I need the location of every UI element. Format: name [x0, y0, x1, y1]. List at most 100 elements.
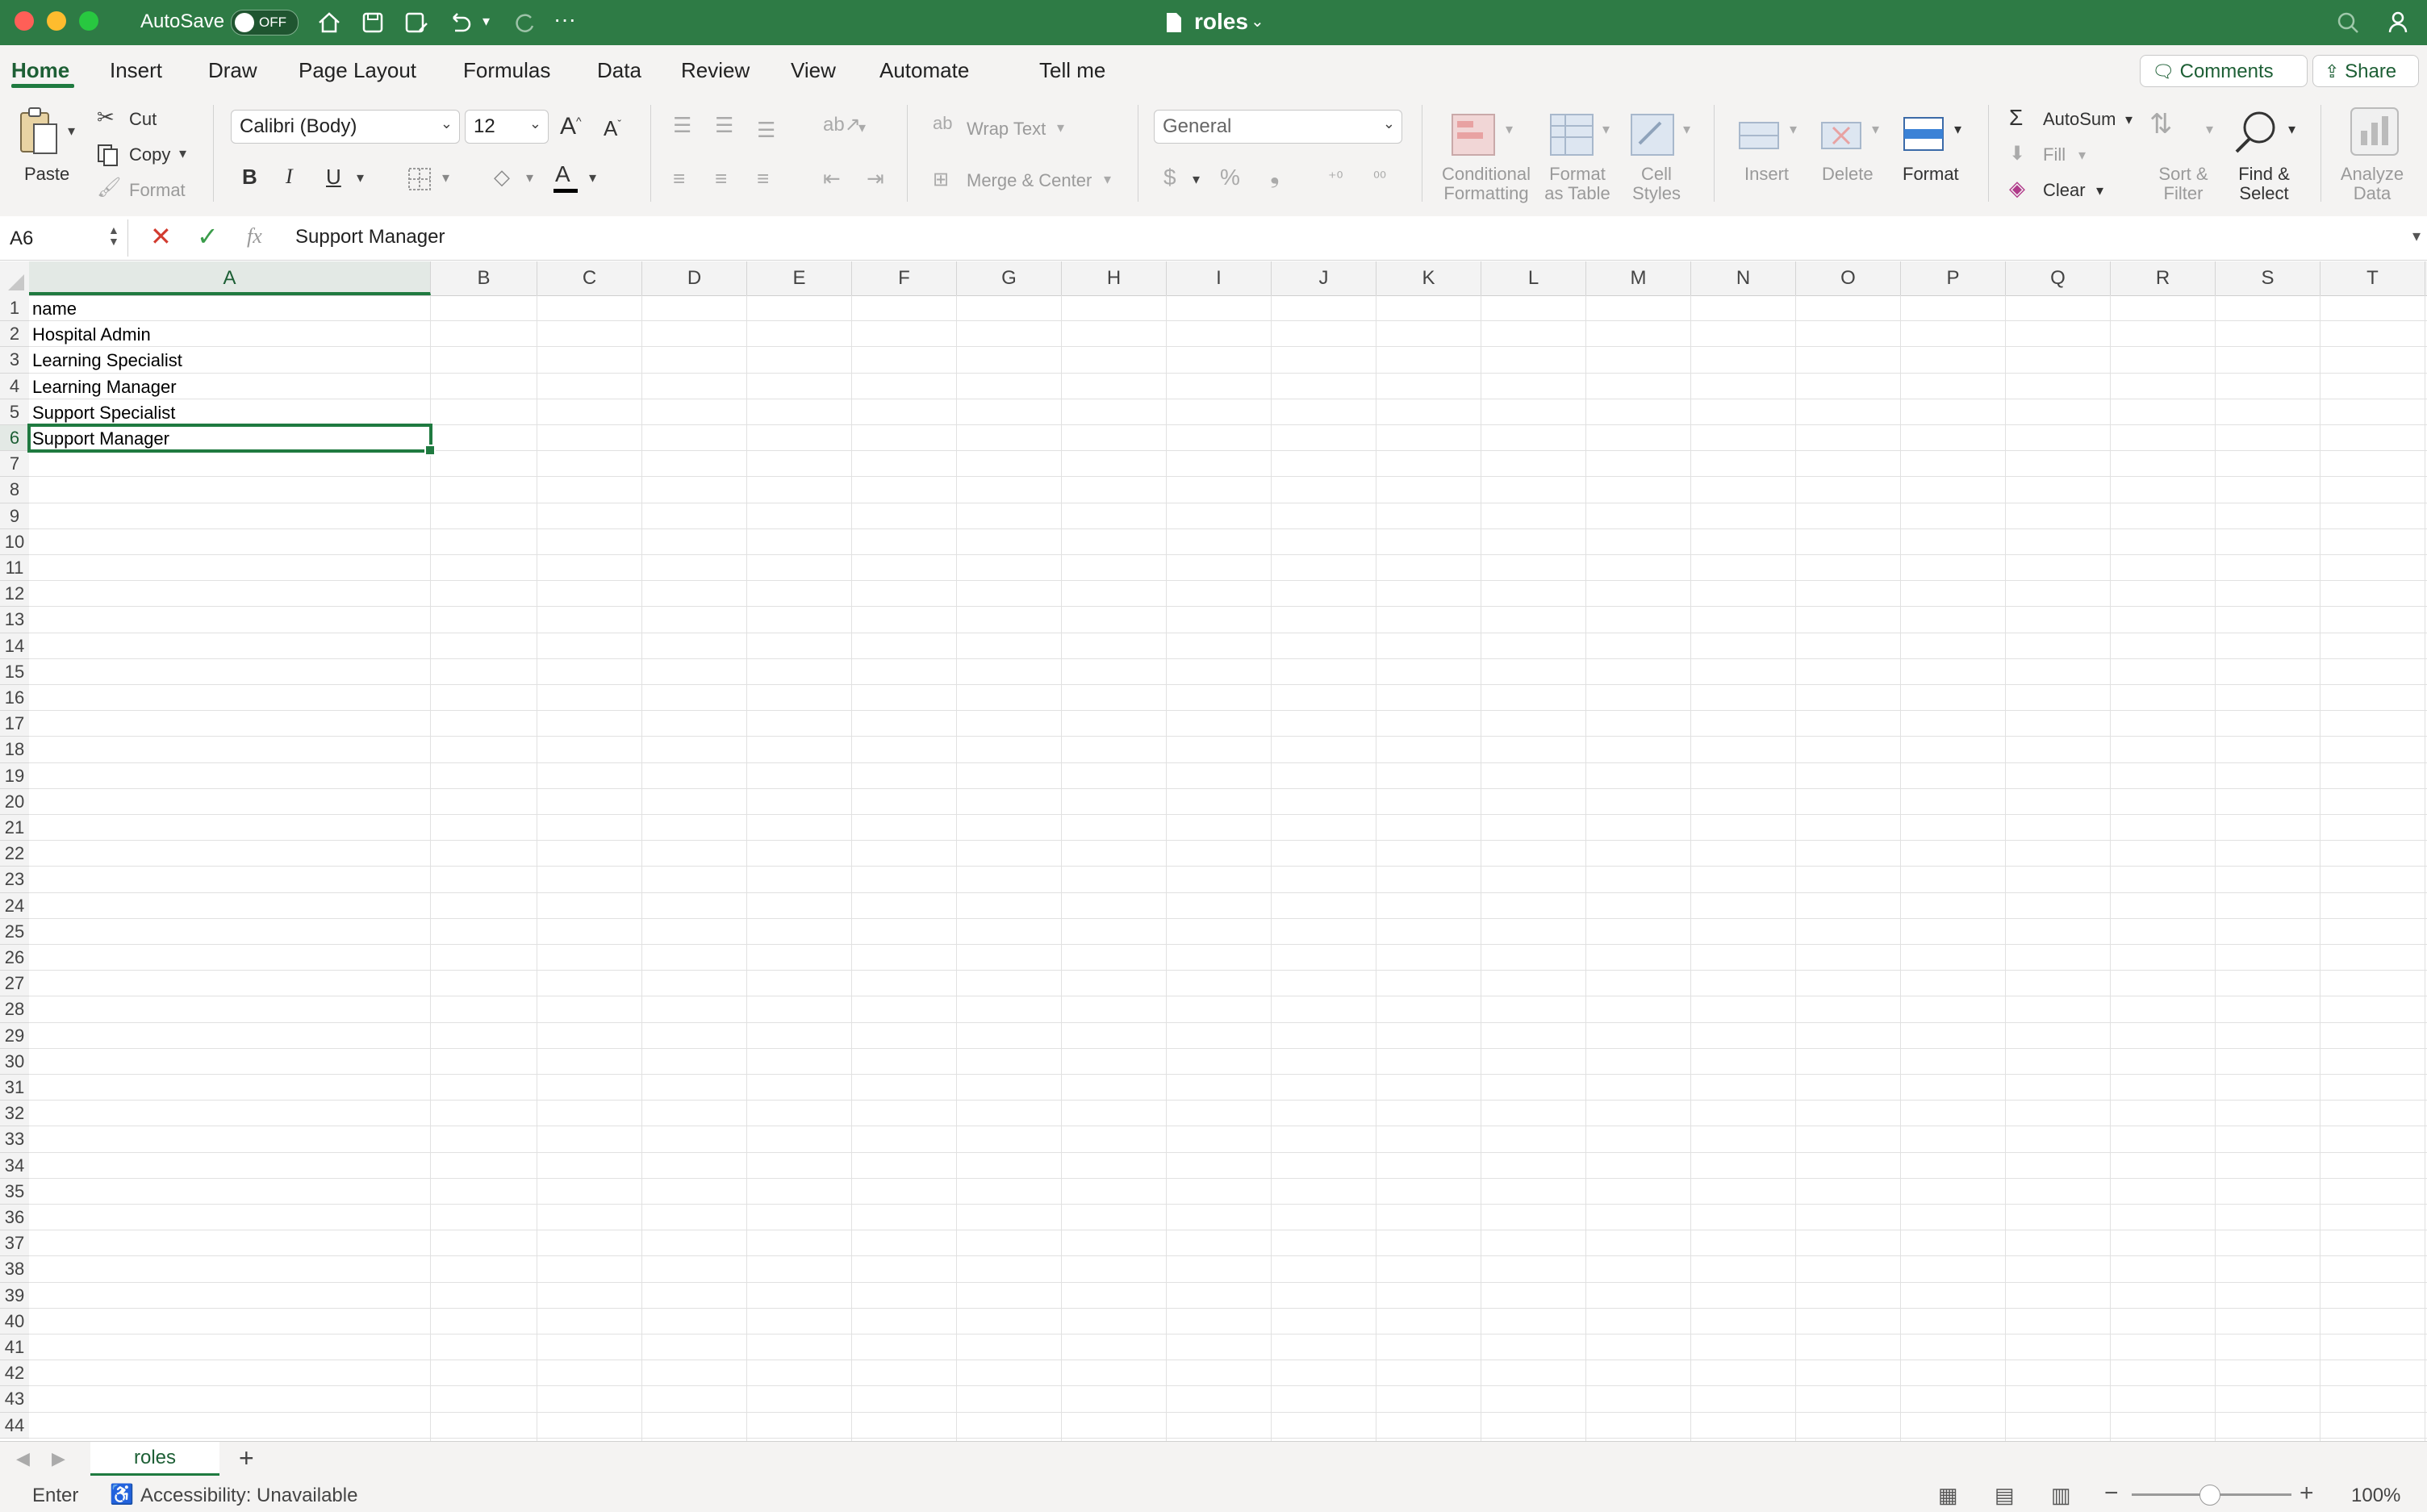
row-header-23[interactable]: 23 — [0, 867, 29, 893]
row-header-35[interactable]: 35 — [0, 1178, 29, 1205]
tab-automate[interactable]: Automate — [879, 58, 969, 83]
decrease-decimal-icon[interactable]: ⁰⁰ — [1373, 168, 1386, 188]
row-header-26[interactable]: 26 — [0, 945, 29, 971]
format-as-table-icon[interactable] — [1548, 111, 1596, 160]
clear-button[interactable]: Clear — [2043, 181, 2086, 200]
row-header-28[interactable]: 28 — [0, 996, 29, 1023]
paste-label[interactable]: Paste — [24, 165, 69, 184]
paste-icon[interactable] — [16, 105, 61, 161]
font-size-select[interactable]: 12 ⌄ — [465, 110, 549, 144]
column-header-q[interactable]: Q — [2006, 261, 2111, 295]
cell-styles-button[interactable]: Cell Styles — [1628, 165, 1685, 203]
sheet-tab-roles[interactable]: roles — [90, 1442, 219, 1476]
column-header-b[interactable]: B — [431, 261, 537, 295]
column-header-d[interactable]: D — [642, 261, 747, 295]
insert-cells-dropdown-icon[interactable]: ▾ — [1790, 121, 1797, 138]
row-header-21[interactable]: 21 — [0, 815, 29, 842]
align-middle-icon[interactable]: ☰ — [715, 113, 733, 138]
italic-button[interactable]: I — [286, 165, 293, 189]
accessibility-icon[interactable]: ♿ — [110, 1483, 134, 1506]
tab-draw[interactable]: Draw — [208, 58, 257, 83]
fill-handle[interactable] — [424, 445, 436, 457]
delete-cells-button[interactable]: Delete — [1822, 165, 1874, 184]
normal-view-icon[interactable]: ▦ — [1938, 1483, 1958, 1508]
row-header-7[interactable]: 7 — [0, 451, 29, 478]
copy-icon[interactable] — [95, 142, 121, 168]
cell-a2[interactable]: Hospital Admin — [29, 324, 151, 345]
paste-dropdown-icon[interactable]: ▾ — [68, 123, 75, 140]
find-select-button[interactable]: Find & Select — [2233, 165, 2295, 203]
clear-dropdown-icon[interactable]: ▾ — [2096, 182, 2103, 199]
format-painter-icon[interactable]: 🖌 — [97, 176, 121, 199]
tab-review[interactable]: Review — [681, 58, 750, 83]
active-cell-selection[interactable] — [27, 424, 436, 457]
comments-button[interactable]: 🗨 Comments — [2140, 55, 2308, 87]
percent-format-button[interactable]: % — [1220, 165, 1240, 190]
column-header-s[interactable]: S — [2216, 261, 2320, 295]
row-header-25[interactable]: 25 — [0, 918, 29, 945]
share-button[interactable]: ⇪ Share — [2312, 55, 2419, 87]
row-header-33[interactable]: 33 — [0, 1126, 29, 1153]
row-header-37[interactable]: 37 — [0, 1230, 29, 1257]
analyze-data-icon[interactable] — [2348, 105, 2401, 158]
expand-formula-bar-icon[interactable]: ▾ — [2412, 226, 2421, 246]
insert-function-icon[interactable]: fx — [247, 224, 262, 249]
row-header-36[interactable]: 36 — [0, 1205, 29, 1231]
insert-cells-icon[interactable] — [1735, 111, 1783, 160]
eraser-icon[interactable]: ◈ — [2009, 176, 2025, 201]
analyze-data-button[interactable]: Analyze Data — [2340, 165, 2404, 203]
tab-insert[interactable]: Insert — [110, 58, 162, 83]
row-header-4[interactable]: 4 — [0, 373, 29, 399]
column-header-k[interactable]: K — [1376, 261, 1481, 295]
row-header-11[interactable]: 11 — [0, 555, 29, 582]
insert-cells-button[interactable]: Insert — [1744, 165, 1789, 184]
align-right-icon[interactable]: ≡ — [757, 166, 769, 191]
undo-dropdown-icon[interactable]: ▾ — [482, 13, 490, 30]
cell-a1[interactable]: name — [29, 299, 77, 320]
row-header-6[interactable]: 6 — [0, 425, 29, 452]
align-left-icon[interactable]: ≡ — [673, 166, 685, 191]
align-bottom-icon[interactable]: ☰ — [757, 118, 775, 143]
row-header-32[interactable]: 32 — [0, 1101, 29, 1127]
format-table-dropdown-icon[interactable]: ▾ — [1602, 121, 1610, 138]
add-sheet-button[interactable]: + — [239, 1443, 254, 1473]
increase-decimal-icon[interactable]: ⁺⁰ — [1328, 168, 1343, 188]
conditional-dropdown-icon[interactable]: ▾ — [1506, 121, 1513, 138]
find-select-dropdown-icon[interactable]: ▾ — [2288, 121, 2295, 138]
search-icon[interactable] — [2332, 6, 2364, 39]
bold-button[interactable]: B — [242, 165, 257, 190]
format-painter-button[interactable]: Format — [129, 181, 186, 200]
accessibility-status[interactable]: Accessibility: Unavailable — [140, 1485, 357, 1507]
formula-input[interactable]: Support Manager — [295, 226, 445, 249]
scissors-icon[interactable]: ✂ — [97, 105, 115, 130]
row-header-15[interactable]: 15 — [0, 658, 29, 685]
row-header-29[interactable]: 29 — [0, 1022, 29, 1049]
zoom-slider-knob[interactable] — [2199, 1485, 2220, 1506]
tab-home[interactable]: Home — [11, 58, 69, 83]
scroll-sheets-right-icon[interactable]: ▶ — [52, 1448, 65, 1469]
column-header-f[interactable]: F — [852, 261, 957, 295]
row-header-5[interactable]: 5 — [0, 399, 29, 425]
autosum-button[interactable]: AutoSum — [2043, 110, 2116, 129]
cell-a4[interactable]: Learning Manager — [29, 377, 177, 398]
maximize-window-button[interactable] — [79, 11, 98, 31]
align-top-icon[interactable]: ☰ — [673, 113, 691, 138]
row-header-16[interactable]: 16 — [0, 685, 29, 712]
row-header-8[interactable]: 8 — [0, 477, 29, 503]
row-header-42[interactable]: 42 — [0, 1360, 29, 1387]
row-header-13[interactable]: 13 — [0, 607, 29, 633]
row-header-3[interactable]: 3 — [0, 347, 29, 374]
column-header-g[interactable]: G — [957, 261, 1062, 295]
increase-indent-icon[interactable]: ⇥ — [867, 166, 884, 191]
cut-button[interactable]: Cut — [129, 110, 157, 129]
row-header-12[interactable]: 12 — [0, 581, 29, 608]
column-header-l[interactable]: L — [1481, 261, 1586, 295]
zoom-out-button[interactable]: − — [2104, 1480, 2119, 1507]
increase-font-size-icon[interactable]: A^ — [560, 113, 582, 140]
wrap-text-button[interactable]: Wrap Text — [967, 119, 1046, 139]
cell-styles-icon[interactable] — [1628, 111, 1677, 160]
borders-dropdown-icon[interactable]: ▾ — [442, 169, 449, 186]
tab-page-layout[interactable]: Page Layout — [299, 58, 416, 83]
column-header-h[interactable]: H — [1062, 261, 1167, 295]
row-header-1[interactable]: 1 — [0, 295, 29, 322]
